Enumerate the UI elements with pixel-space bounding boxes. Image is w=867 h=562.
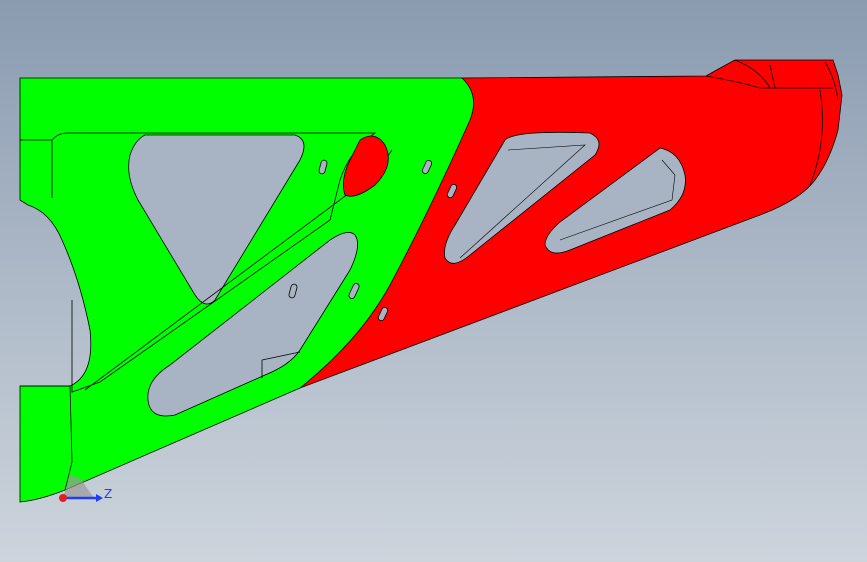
triad-origin [59, 494, 67, 502]
cad-viewport[interactable]: Z [0, 0, 867, 562]
z-axis-arrowhead [96, 494, 103, 502]
z-axis-label: Z [104, 487, 112, 501]
model-canvas[interactable]: Z [0, 0, 867, 562]
